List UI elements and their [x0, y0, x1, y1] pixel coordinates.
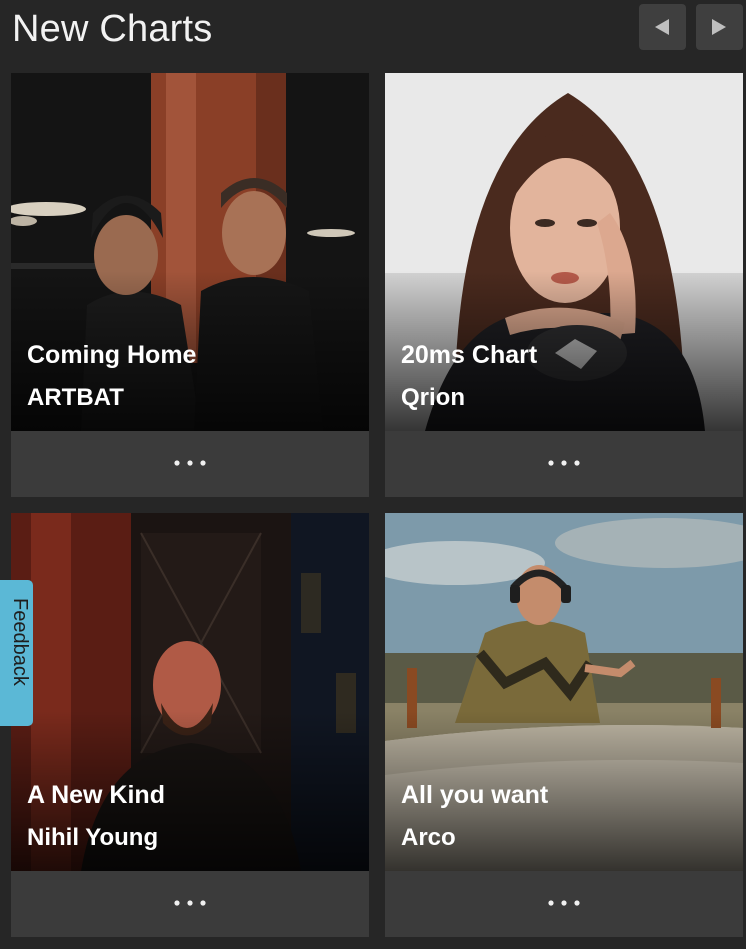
chart-artist[interactable]: Qrion [401, 384, 465, 412]
feedback-label: Feedback [9, 598, 31, 686]
more-options-button[interactable] [385, 871, 743, 937]
next-button[interactable] [696, 4, 743, 50]
chart-card[interactable]: Coming Home ARTBAT [11, 73, 369, 497]
chart-card[interactable]: A New Kind Nihil Young [11, 513, 369, 937]
feedback-tab[interactable]: Feedback [0, 580, 33, 726]
chart-title: Coming Home [27, 341, 197, 369]
chart-cover-image[interactable]: A New Kind Nihil Young [11, 513, 369, 871]
chart-artist[interactable]: ARTBAT [27, 384, 124, 412]
previous-button[interactable] [639, 4, 686, 50]
chart-title: All you want [401, 781, 549, 809]
section-header: New Charts [0, 0, 746, 60]
chart-artist[interactable]: Nihil Young [27, 824, 158, 852]
chart-artist[interactable]: Arco [401, 824, 456, 852]
chart-cover-image[interactable]: 20ms Chart Qrion [385, 73, 743, 431]
chart-card[interactable]: All you want Arco [385, 513, 743, 937]
ellipsis-icon [548, 900, 580, 906]
triangle-right-icon [712, 19, 726, 35]
ellipsis-icon [548, 460, 580, 466]
more-options-button[interactable] [11, 871, 369, 937]
chart-cover-image[interactable]: All you want Arco [385, 513, 743, 871]
ellipsis-icon [174, 900, 206, 906]
chart-title: A New Kind [27, 781, 165, 809]
chart-title: 20ms Chart [401, 341, 538, 369]
triangle-left-icon [655, 19, 669, 35]
more-options-button[interactable] [385, 431, 743, 497]
more-options-button[interactable] [11, 431, 369, 497]
chart-cover-image[interactable]: Coming Home ARTBAT [11, 73, 369, 431]
section-title: New Charts [12, 8, 213, 50]
chart-card[interactable]: 20ms Chart Qrion [385, 73, 743, 497]
ellipsis-icon [174, 460, 206, 466]
